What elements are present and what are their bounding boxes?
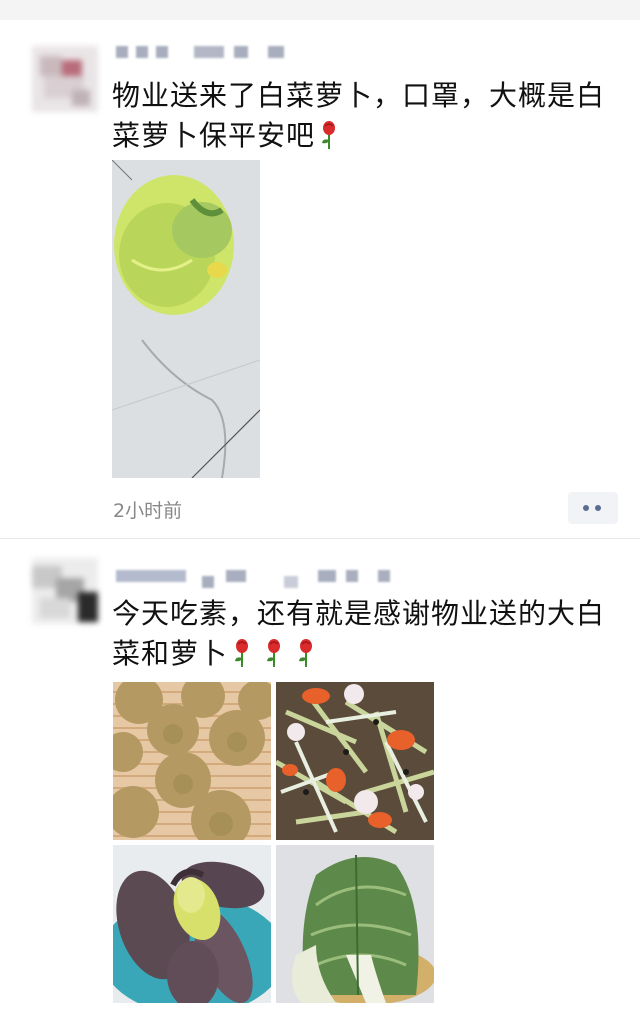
user-name[interactable] — [116, 566, 396, 588]
avatar[interactable] — [32, 558, 98, 624]
rose-icon — [264, 638, 284, 668]
post-photo-3[interactable] — [113, 845, 271, 1003]
dot-icon — [583, 505, 589, 511]
post-photo-1[interactable] — [113, 682, 271, 840]
post-photo[interactable] — [112, 160, 260, 478]
post-divider — [0, 538, 640, 539]
post-photo-2[interactable] — [276, 682, 434, 840]
dot-icon — [595, 505, 601, 511]
more-actions-button[interactable] — [568, 492, 618, 524]
rose-icon — [296, 638, 316, 668]
post-text-content: 今天吃素，还有就是感谢物业送的大白菜和萝卜 — [112, 597, 606, 670]
rose-icon — [319, 120, 339, 150]
user-name[interactable] — [116, 42, 306, 62]
post-photo-4[interactable] — [276, 845, 434, 1003]
post-text: 今天吃素，还有就是感谢物业送的大白菜和萝卜 — [112, 594, 612, 674]
avatar[interactable] — [32, 46, 98, 112]
post-text: 物业送来了白菜萝卜，口罩，大概是白菜萝卜保平安吧 — [112, 76, 612, 156]
top-bar — [0, 0, 640, 20]
post-text-content: 物业送来了白菜萝卜，口罩，大概是白菜萝卜保平安吧 — [112, 79, 606, 152]
post-time: 2小时前 — [113, 500, 183, 522]
rose-icon — [232, 638, 252, 668]
